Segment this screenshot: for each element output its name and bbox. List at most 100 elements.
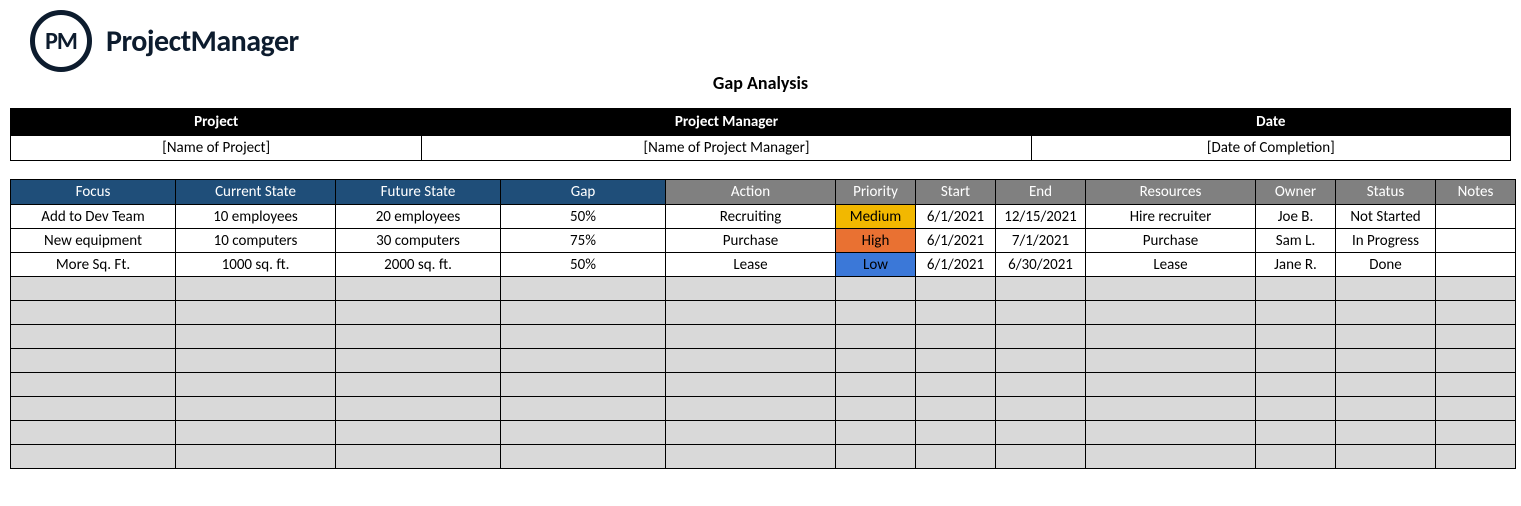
cell-current[interactable]: 1000 sq. ft. xyxy=(176,253,336,277)
cell-resources[interactable]: Purchase xyxy=(1086,229,1256,253)
cell-empty[interactable] xyxy=(501,325,666,349)
cell-empty[interactable] xyxy=(916,349,996,373)
cell-empty[interactable] xyxy=(916,277,996,301)
cell-status[interactable]: Not Started xyxy=(1336,205,1436,229)
cell-empty[interactable] xyxy=(176,445,336,469)
cell-empty[interactable] xyxy=(916,445,996,469)
cell-empty[interactable] xyxy=(666,349,836,373)
cell-empty[interactable] xyxy=(11,373,176,397)
cell-empty[interactable] xyxy=(1336,421,1436,445)
cell-end[interactable]: 6/30/2021 xyxy=(996,253,1086,277)
cell-notes[interactable] xyxy=(1436,229,1516,253)
cell-empty[interactable] xyxy=(996,397,1086,421)
cell-focus[interactable]: More Sq. Ft. xyxy=(11,253,176,277)
cell-empty[interactable] xyxy=(176,421,336,445)
cell-empty[interactable] xyxy=(836,445,916,469)
cell-gap[interactable]: 75% xyxy=(501,229,666,253)
cell-empty[interactable] xyxy=(836,397,916,421)
cell-empty[interactable] xyxy=(336,397,501,421)
cell-empty[interactable] xyxy=(996,301,1086,325)
cell-empty[interactable] xyxy=(336,277,501,301)
cell-empty[interactable] xyxy=(916,301,996,325)
cell-empty[interactable] xyxy=(11,445,176,469)
cell-empty[interactable] xyxy=(916,397,996,421)
cell-empty[interactable] xyxy=(1436,325,1516,349)
cell-empty[interactable] xyxy=(916,325,996,349)
cell-empty[interactable] xyxy=(836,373,916,397)
cell-empty[interactable] xyxy=(666,325,836,349)
cell-empty[interactable] xyxy=(1436,397,1516,421)
cell-empty[interactable] xyxy=(11,349,176,373)
cell-empty[interactable] xyxy=(996,421,1086,445)
cell-empty[interactable] xyxy=(1436,301,1516,325)
cell-empty[interactable] xyxy=(666,301,836,325)
cell-empty[interactable] xyxy=(336,373,501,397)
meta-value-date[interactable]: [Date of Completion] xyxy=(1031,136,1510,161)
cell-empty[interactable] xyxy=(11,397,176,421)
cell-empty[interactable] xyxy=(1256,445,1336,469)
cell-empty[interactable] xyxy=(1086,277,1256,301)
cell-focus[interactable]: New equipment xyxy=(11,229,176,253)
cell-start[interactable]: 6/1/2021 xyxy=(916,205,996,229)
cell-empty[interactable] xyxy=(176,301,336,325)
cell-empty[interactable] xyxy=(996,325,1086,349)
cell-action[interactable]: Lease xyxy=(666,253,836,277)
cell-empty[interactable] xyxy=(836,349,916,373)
cell-gap[interactable]: 50% xyxy=(501,253,666,277)
cell-empty[interactable] xyxy=(836,277,916,301)
cell-empty[interactable] xyxy=(666,445,836,469)
cell-empty[interactable] xyxy=(1256,301,1336,325)
cell-priority[interactable]: High xyxy=(836,229,916,253)
cell-future[interactable]: 30 computers xyxy=(336,229,501,253)
cell-priority[interactable]: Medium xyxy=(836,205,916,229)
cell-status[interactable]: In Progress xyxy=(1336,229,1436,253)
cell-future[interactable]: 20 employees xyxy=(336,205,501,229)
cell-empty[interactable] xyxy=(836,325,916,349)
cell-empty[interactable] xyxy=(1336,349,1436,373)
cell-empty[interactable] xyxy=(666,421,836,445)
cell-empty[interactable] xyxy=(1336,301,1436,325)
cell-start[interactable]: 6/1/2021 xyxy=(916,253,996,277)
cell-action[interactable]: Purchase xyxy=(666,229,836,253)
cell-empty[interactable] xyxy=(1336,397,1436,421)
cell-status[interactable]: Done xyxy=(1336,253,1436,277)
cell-empty[interactable] xyxy=(1256,373,1336,397)
meta-value-manager[interactable]: [Name of Project Manager] xyxy=(422,136,1031,161)
cell-gap[interactable]: 50% xyxy=(501,205,666,229)
cell-empty[interactable] xyxy=(336,349,501,373)
cell-empty[interactable] xyxy=(336,421,501,445)
cell-end[interactable]: 7/1/2021 xyxy=(996,229,1086,253)
cell-resources[interactable]: Hire recruiter xyxy=(1086,205,1256,229)
cell-empty[interactable] xyxy=(916,373,996,397)
cell-empty[interactable] xyxy=(1336,445,1436,469)
cell-empty[interactable] xyxy=(836,301,916,325)
cell-current[interactable]: 10 employees xyxy=(176,205,336,229)
cell-empty[interactable] xyxy=(176,373,336,397)
cell-empty[interactable] xyxy=(1256,277,1336,301)
cell-empty[interactable] xyxy=(1436,277,1516,301)
cell-empty[interactable] xyxy=(1086,301,1256,325)
cell-empty[interactable] xyxy=(501,349,666,373)
cell-empty[interactable] xyxy=(176,277,336,301)
cell-empty[interactable] xyxy=(1086,325,1256,349)
cell-empty[interactable] xyxy=(176,325,336,349)
cell-empty[interactable] xyxy=(501,277,666,301)
cell-empty[interactable] xyxy=(501,421,666,445)
cell-empty[interactable] xyxy=(1436,421,1516,445)
cell-empty[interactable] xyxy=(176,397,336,421)
cell-empty[interactable] xyxy=(336,301,501,325)
cell-empty[interactable] xyxy=(1336,277,1436,301)
cell-resources[interactable]: Lease xyxy=(1086,253,1256,277)
cell-empty[interactable] xyxy=(176,349,336,373)
cell-empty[interactable] xyxy=(501,397,666,421)
cell-empty[interactable] xyxy=(1256,325,1336,349)
cell-empty[interactable] xyxy=(1086,421,1256,445)
cell-current[interactable]: 10 computers xyxy=(176,229,336,253)
cell-empty[interactable] xyxy=(336,325,501,349)
cell-empty[interactable] xyxy=(1336,373,1436,397)
cell-end[interactable]: 12/15/2021 xyxy=(996,205,1086,229)
cell-future[interactable]: 2000 sq. ft. xyxy=(336,253,501,277)
cell-notes[interactable] xyxy=(1436,205,1516,229)
cell-empty[interactable] xyxy=(1336,325,1436,349)
cell-empty[interactable] xyxy=(1256,349,1336,373)
